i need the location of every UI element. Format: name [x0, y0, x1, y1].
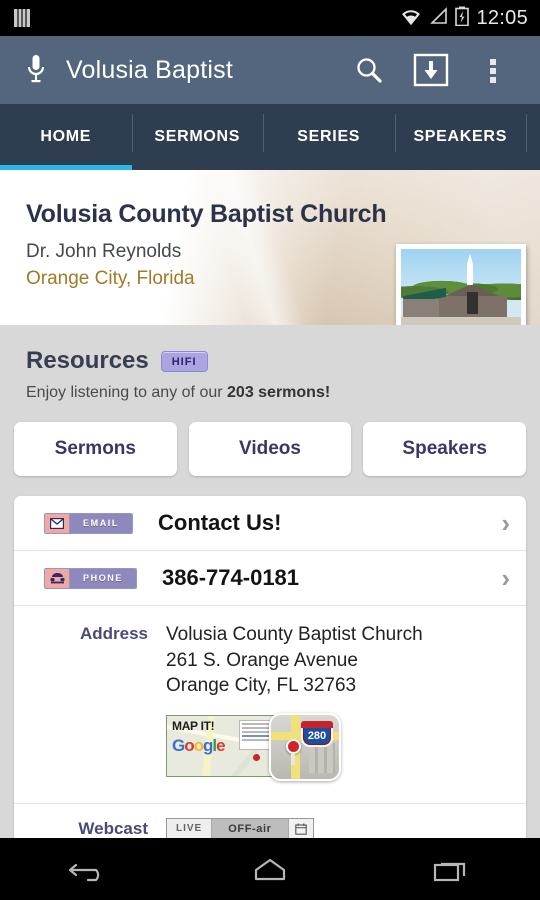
download-icon[interactable]: [400, 36, 462, 104]
microphone-icon[interactable]: [16, 53, 56, 87]
address-label: Address: [79, 624, 148, 643]
hifi-badge: HIFI: [160, 350, 208, 372]
page-title: Volusia County Baptist Church: [26, 200, 387, 228]
videos-button[interactable]: Videos: [188, 422, 352, 476]
app-title: Volusia Baptist: [66, 55, 233, 84]
webcast-status-badge[interactable]: LIVE OFF-air: [166, 817, 314, 838]
status-bar-left: [12, 7, 32, 29]
resources-subtitle-prefix: Enjoy listening to any of our: [26, 384, 228, 401]
android-navigation-bar: [0, 838, 540, 900]
tab-bar: HOME SERMONS SERIES SPEAKERS: [0, 104, 540, 170]
map-it-label: MAP IT!: [172, 718, 215, 733]
phone-badge-label: PHONE: [70, 568, 137, 588]
resource-buttons: Sermons Videos Speakers: [0, 402, 540, 476]
tab-sermons-label: SERMONS: [154, 128, 241, 145]
webcast-label: Webcast: [78, 818, 148, 838]
app-screen: 12:05 Volusia Baptist HOME SERMONS SERIE…: [0, 0, 540, 900]
map-pin-badge: 280: [269, 712, 341, 781]
action-bar-actions: [338, 36, 524, 104]
scroll-content[interactable]: Volusia County Baptist Church Dr. John R…: [0, 170, 540, 838]
tab-home-label: HOME: [40, 128, 92, 145]
tab-series[interactable]: SERIES: [263, 104, 395, 170]
address-row: Address Volusia County Baptist Church 26…: [14, 606, 526, 804]
contact-phone-number: 386-774-0181: [162, 565, 300, 590]
contact-card: EMAIL Contact Us! › PHONE 386-774-0181 ›…: [14, 496, 526, 838]
contact-email-text: Contact Us!: [158, 510, 282, 535]
email-badge: EMAIL: [44, 512, 133, 534]
contact-phone-row[interactable]: PHONE 386-774-0181 ›: [14, 551, 526, 606]
envelope-icon: [45, 513, 70, 533]
action-bar: Volusia Baptist: [0, 36, 540, 104]
telephone-icon: [45, 568, 70, 588]
highway-number: 280: [307, 729, 327, 742]
chevron-right-icon: ›: [501, 563, 510, 593]
church-photo[interactable]: [396, 244, 526, 325]
resources-title: Resources: [26, 347, 149, 374]
address-line-3: Orange City, FL 32763: [166, 675, 357, 697]
tab-speakers[interactable]: SPEAKERS: [394, 104, 527, 170]
webcast-live-label: LIVE: [167, 818, 212, 838]
sermon-count: 203 sermons!: [227, 384, 331, 401]
status-bar-clock: 12:05: [476, 6, 528, 29]
battery-charging-icon: [455, 6, 470, 31]
email-badge-label: EMAIL: [70, 513, 132, 533]
address-line-1: Volusia County Baptist Church: [166, 624, 423, 645]
sermons-button[interactable]: Sermons: [14, 422, 177, 476]
tab-sermons[interactable]: SERMONS: [131, 104, 264, 170]
back-arrow-icon[interactable]: [35, 838, 145, 900]
webcast-status-label: OFF-air: [211, 818, 289, 838]
sim-bars-icon: [12, 7, 32, 29]
webcast-row: Webcast LIVE OFF-air: [14, 804, 526, 838]
speakers-button[interactable]: Speakers: [363, 422, 527, 476]
tab-series-label: SERIES: [297, 128, 361, 145]
resources-section: Resources HIFI Enjoy listening to any of…: [0, 325, 540, 402]
tab-overflow-edge[interactable]: [526, 104, 540, 170]
tab-home[interactable]: HOME: [0, 104, 132, 170]
map-location-dot: [252, 754, 260, 762]
recent-apps-icon[interactable]: [395, 838, 505, 900]
home-icon[interactable]: [215, 838, 325, 900]
resources-subtitle: Enjoy listening to any of our 203 sermon…: [26, 384, 540, 402]
search-icon[interactable]: [338, 36, 400, 104]
map-it-button[interactable]: MAP IT! Google 280: [166, 712, 341, 785]
wifi-icon: [400, 7, 422, 30]
signal-triangle-icon: [429, 6, 448, 30]
overflow-menu-icon[interactable]: [462, 36, 524, 104]
tab-speakers-label: SPEAKERS: [413, 128, 508, 145]
status-bar-right: 12:05: [400, 6, 528, 31]
calendar-icon[interactable]: [288, 818, 313, 838]
contact-email-row[interactable]: EMAIL Contact Us! ›: [14, 496, 526, 551]
highway-shield-icon: 280: [301, 720, 333, 747]
chevron-right-icon: ›: [501, 508, 510, 538]
google-logo: Google: [172, 735, 226, 755]
church-hero: Volusia County Baptist Church Dr. John R…: [0, 170, 540, 325]
status-bar: 12:05: [0, 0, 540, 36]
address-line-2: 261 S. Orange Avenue: [166, 649, 358, 671]
phone-badge: PHONE: [44, 567, 138, 589]
